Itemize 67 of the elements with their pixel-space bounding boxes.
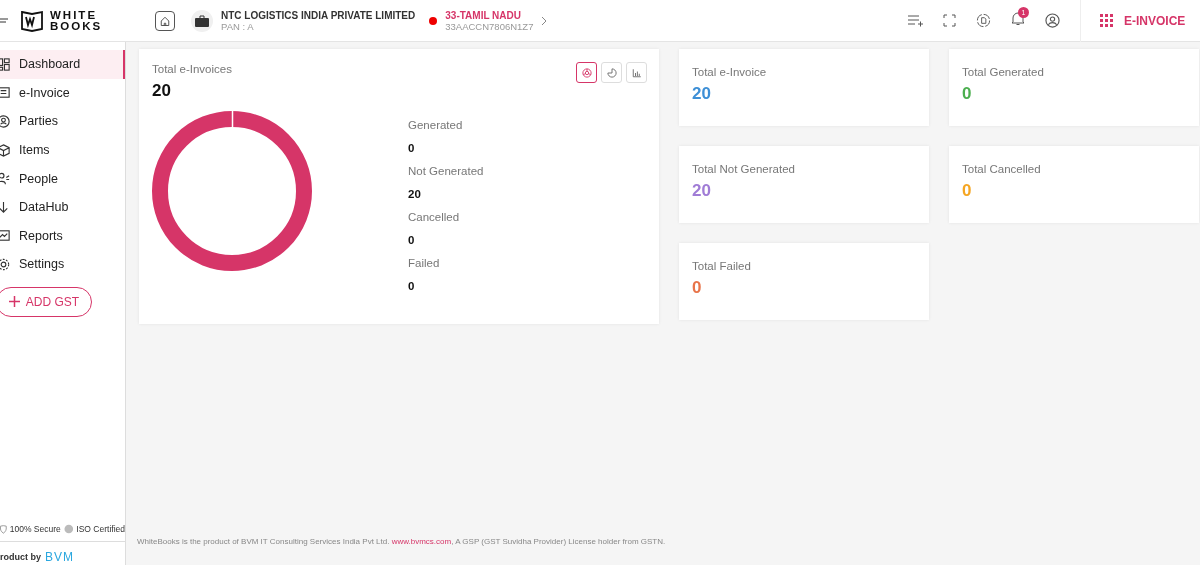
fullscreen-icon[interactable]: [943, 14, 956, 27]
footer-text: WhiteBooks is the product of BVM IT Consulting Services India Pvt Ltd. www.bvmcs.com, A GSP (GST Suvidha Provider) License holder from GSTN.: [137, 537, 667, 548]
pan-text: PAN : A: [221, 20, 255, 32]
nav-item[interactable]: People: [0, 164, 125, 193]
nav-item[interactable]: DataHub: [0, 192, 125, 222]
total-value: 20: [152, 81, 172, 101]
stat-label: Total Failed: [692, 260, 751, 272]
card-title: Total e-Invoices: [152, 63, 232, 75]
user-icon[interactable]: [1045, 13, 1060, 28]
legend-label: Generated: [408, 119, 464, 133]
stat-label: Total Generated: [962, 66, 1044, 78]
chart-view-button[interactable]: [576, 62, 597, 83]
stat-label: Total Cancelled: [962, 163, 1041, 175]
plus-icon: [8, 296, 20, 308]
menu-icon[interactable]: [0, 15, 8, 26]
product-by-label: roduct by: [0, 552, 41, 562]
reports-icon: [0, 228, 11, 244]
legend-value: 0: [408, 142, 416, 156]
nav-item[interactable]: e-Invoice: [0, 78, 125, 108]
legend-label: Not Generated: [408, 165, 484, 179]
legend-label: Cancelled: [408, 211, 461, 225]
grid-icon: [1099, 13, 1114, 28]
home-button[interactable]: [155, 10, 175, 31]
legend-label: Failed: [408, 257, 441, 271]
bell-icon[interactable]: [1011, 11, 1025, 26]
logo-text: WHITE BOOKS: [50, 9, 103, 32]
company-name[interactable]: NTC LOGISTICS INDIA PRIVATE LIMITED: [221, 9, 416, 21]
settings-icon: [0, 256, 11, 272]
legend-value: 0: [408, 280, 416, 294]
invoice-icon: [0, 85, 11, 101]
nav-item[interactable]: Reports: [0, 221, 125, 251]
briefcase-icon: [195, 14, 209, 27]
home-icon: [159, 14, 171, 27]
stat-value: 0: [962, 84, 973, 104]
nav-item[interactable]: Items: [0, 135, 125, 165]
gstin-text: 33AACCN7806N1Z7: [445, 20, 534, 32]
stat-value: 0: [962, 181, 973, 201]
book-logo-icon: [20, 8, 44, 33]
nav-item[interactable]: Dashboard: [0, 50, 125, 79]
chevron-right-icon[interactable]: [541, 15, 548, 26]
module-switcher[interactable]: E-INVOICE: [1080, 0, 1200, 42]
add-gst-button[interactable]: ADD GST: [0, 286, 92, 317]
nav-item[interactable]: Parties: [0, 107, 125, 136]
shield-icon: [0, 524, 7, 534]
stat-label: Total Not Generated: [692, 163, 795, 175]
legend-value: 20: [408, 188, 422, 202]
stat-value: 20: [692, 181, 712, 201]
stat-label: Total e-Invoice: [692, 66, 767, 78]
parties-icon: [0, 114, 11, 129]
add-list-icon[interactable]: [908, 14, 923, 27]
pie-chart-icon: [605, 66, 618, 79]
iso-seal-icon: [63, 524, 74, 534]
iso-label: ISO Certified: [76, 524, 125, 534]
document-circle-icon[interactable]: [976, 13, 991, 28]
people-icon: [0, 171, 11, 187]
bar-chart-icon: [630, 66, 643, 79]
nav-item[interactable]: Settings: [0, 250, 125, 279]
donut-chart-icon: [580, 66, 593, 79]
stat-value: 20: [692, 84, 712, 104]
dashboard-icon: [0, 56, 11, 72]
vendor-logo: BVM: [45, 550, 75, 564]
items-icon: [0, 142, 11, 158]
status-dot-icon: [429, 16, 438, 25]
legend-value: 0: [408, 234, 416, 248]
secure-label: 100% Secure: [9, 524, 61, 534]
stat-value: 0: [692, 278, 703, 298]
state-name[interactable]: 33-TAMIL NADU: [445, 9, 534, 21]
